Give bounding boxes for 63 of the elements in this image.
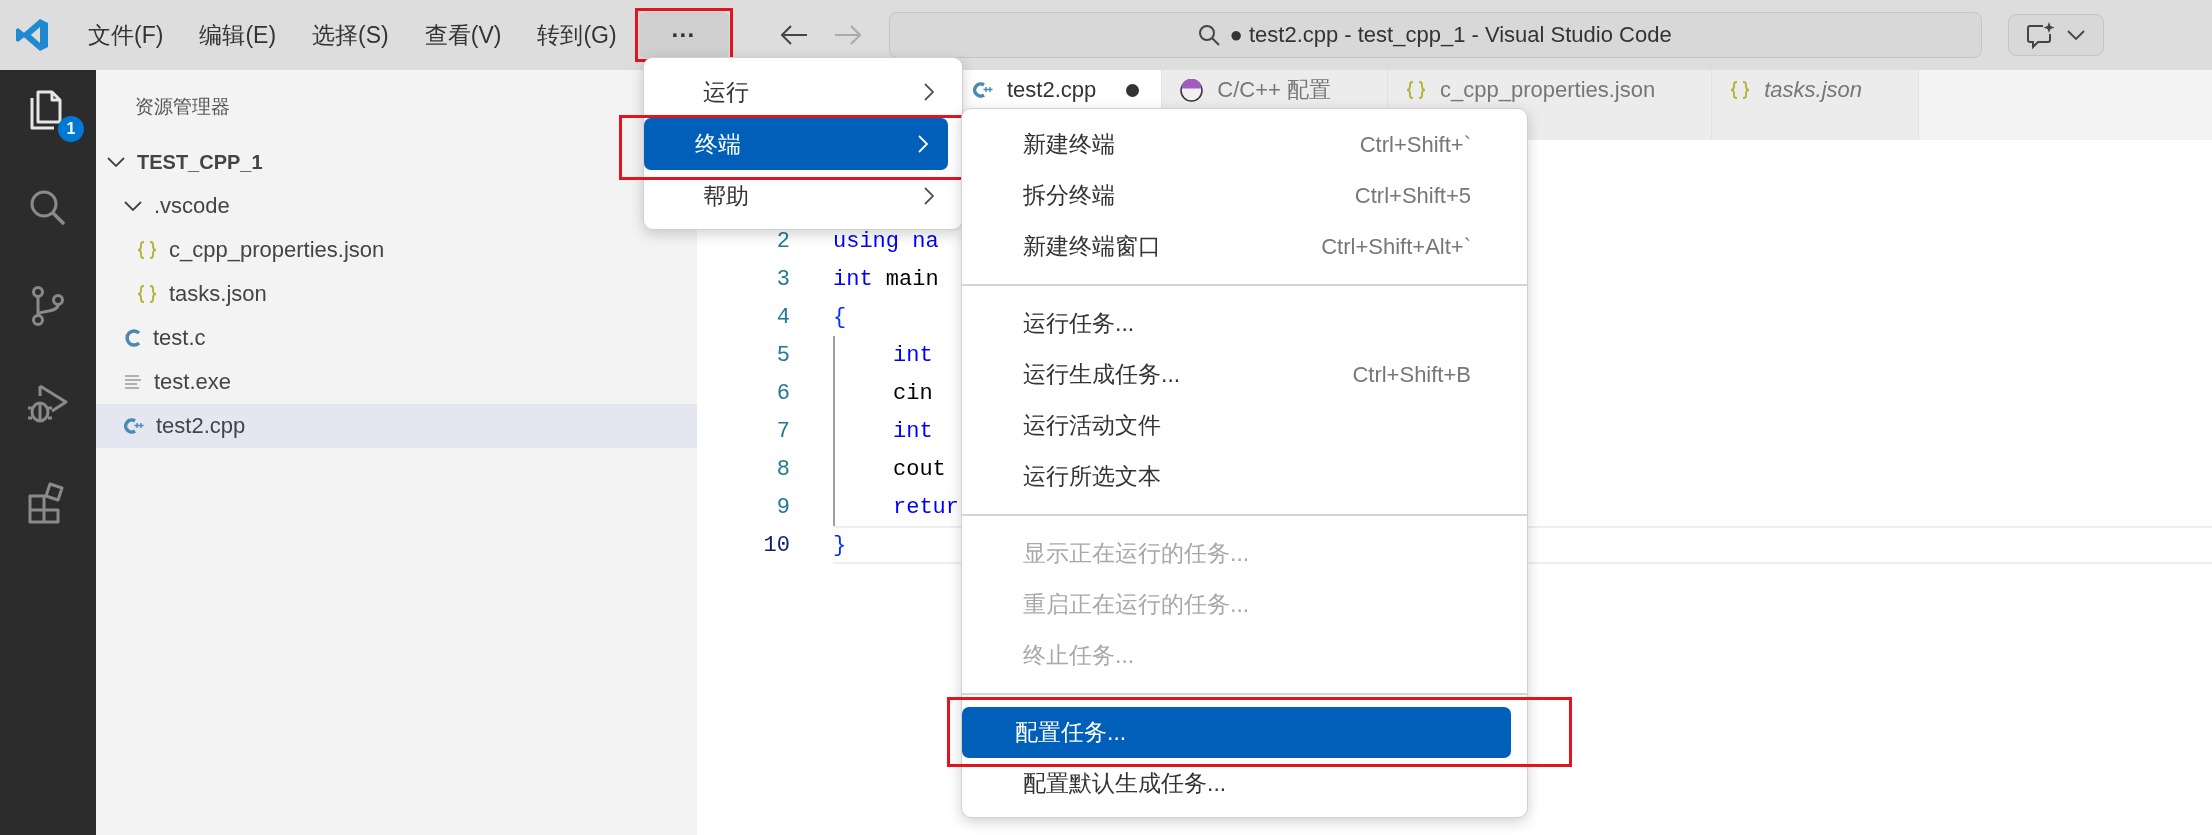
command-center[interactable]: ● test2.cpp - test_cpp_1 - Visual Studio Code [888,12,1982,58]
tree-item[interactable]: tasks.json [96,272,697,316]
count-badge: 1 [58,116,84,142]
menu-item[interactable]: 配置任务... [962,707,1511,758]
chevron-down-icon [107,157,125,167]
line-number: 2 [775,228,790,254]
chevron-right-icon [924,187,934,205]
braces-icon [137,241,157,259]
tree-item[interactable]: c_cpp_properties.json [96,228,697,272]
menu-item[interactable]: 运行活动文件 [970,400,1519,451]
line-number: 3 [775,266,790,292]
menu-item[interactable]: 运行 [652,66,954,118]
code-line: int main [833,265,939,294]
code-line: } [833,531,847,560]
line-number: 5 [775,342,790,368]
menu-item[interactable]: 文件(F) [70,19,182,51]
menu-item[interactable]: 新建终端 Ctrl+Shift+` [970,119,1519,170]
menu-item[interactable]: 运行所选文本 [970,451,1519,502]
circle-icon [1180,78,1204,102]
line-number: 10 [762,532,790,558]
lines-icon [124,375,142,389]
line-number: 6 [775,380,790,406]
menu-item[interactable]: 配置默认生成任务... [970,758,1519,809]
code-line: { [833,303,847,332]
menu-item[interactable]: 查看(V) [406,19,520,51]
code-line: using na [833,227,939,256]
menu-item[interactable]: 编辑(E) [181,19,295,51]
braces-icon [137,285,157,303]
line-number: 4 [775,304,790,330]
line-number: 7 [775,418,790,444]
chevron-down-icon [2066,30,2085,40]
menu-item[interactable]: 终端 [644,118,948,170]
menu-item[interactable]: 选择(S) [294,19,407,51]
back-icon[interactable] [780,25,808,45]
chevron-right-icon [918,135,928,153]
code-line: cout [833,450,946,488]
app-logo [16,19,48,51]
menu-item[interactable]: 运行生成任务... Ctrl+Shift+B [970,349,1519,400]
chat-sparkle-icon [2026,21,2055,49]
search-icon [1198,24,1220,46]
menu-item[interactable]: 转到(G) [519,19,635,51]
c-file-icon [124,329,141,347]
menu-item[interactable]: 拆分终端 Ctrl+Shift+5 [970,170,1519,221]
chat-button[interactable] [2007,14,2104,56]
code-line: int [833,412,933,450]
line-number: 9 [775,494,790,520]
menu-item[interactable]: 运行任务... [970,298,1519,349]
braces-icon [1406,81,1426,99]
code-line: cin [833,374,933,412]
tree-item[interactable]: test.exe [96,360,697,404]
panel-title: 资源管理器 [134,95,231,119]
code-line: retur [833,488,959,526]
cpp-file-icon [973,82,993,98]
more-button[interactable]: ··· [638,12,729,58]
chevron-down-icon [124,201,142,211]
chevron-right-icon [924,83,934,101]
code-line: int [833,336,933,374]
braces-icon [1730,81,1751,99]
tree-item[interactable]: test2.cpp [96,404,697,448]
cpp-file-icon [124,418,144,434]
tree-item[interactable]: test.c [96,316,697,360]
line-number: 8 [775,456,790,482]
menu-item[interactable]: 新建终端窗口 Ctrl+Shift+Alt+` [970,221,1519,272]
